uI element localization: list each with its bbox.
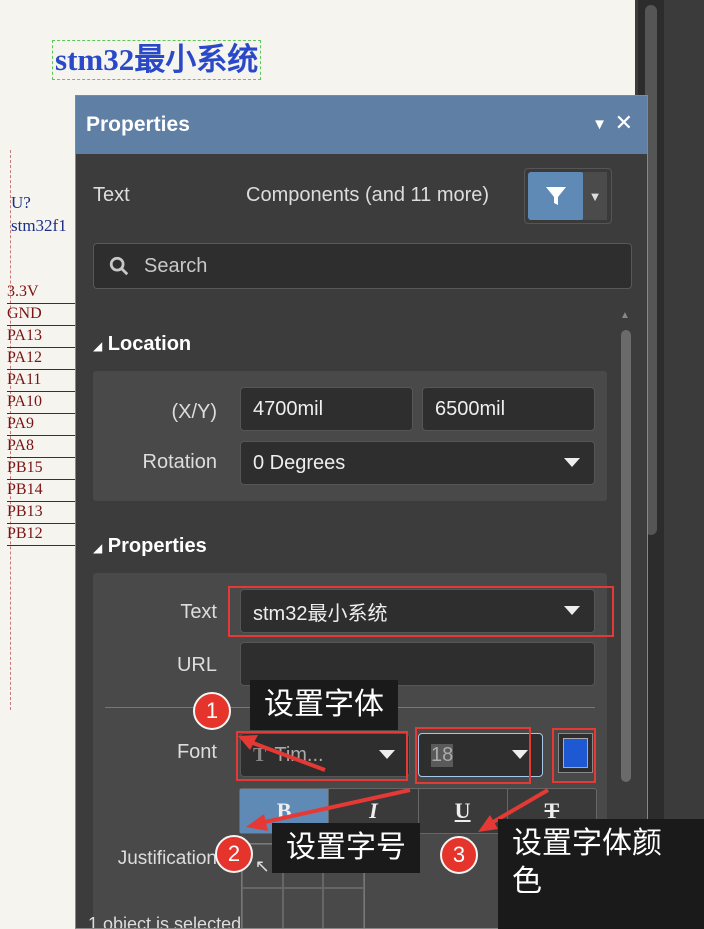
callout-set-font: 设置字体 <box>250 680 398 730</box>
annotation-arrows <box>238 735 550 832</box>
step-badge-3: 3 <box>440 836 478 874</box>
step-badge-2: 2 <box>215 835 253 873</box>
step-badge-1: 1 <box>193 692 231 730</box>
callout-set-font-size: 设置字号 <box>272 823 420 873</box>
callout-set-font-color: 设置字体颜色 <box>498 819 704 929</box>
